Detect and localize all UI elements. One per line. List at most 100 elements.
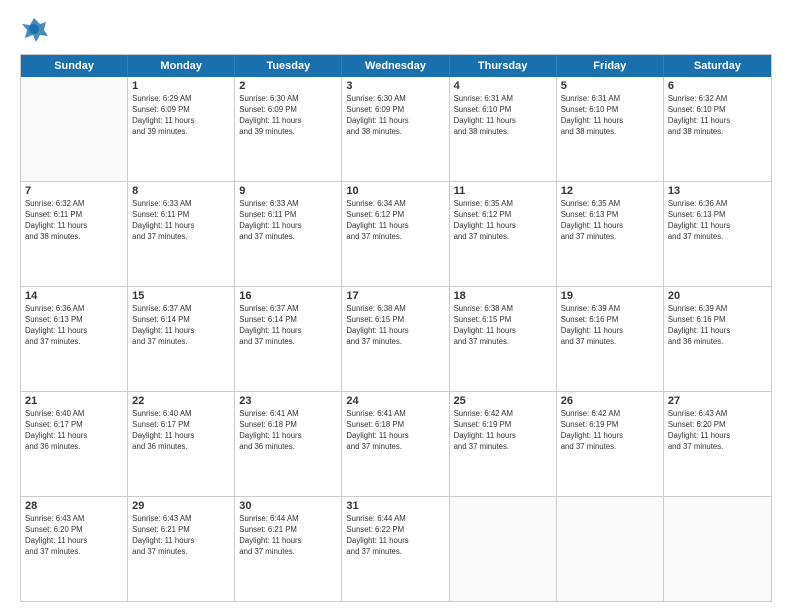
calendar-cell: 20 Sunrise: 6:39 AM Sunset: 6:16 PM Dayli… (664, 287, 771, 391)
calendar-cell (21, 77, 128, 181)
day-number: 15 (132, 290, 230, 302)
cell-info: Sunrise: 6:38 AM Sunset: 6:15 PM Dayligh… (346, 304, 444, 348)
cell-info: Sunrise: 6:31 AM Sunset: 6:10 PM Dayligh… (454, 94, 552, 138)
day-number: 27 (668, 395, 767, 407)
logo-icon (20, 16, 48, 44)
header-day: Thursday (450, 55, 557, 77)
calendar-cell: 16Sunrise: 6:37 AM Sunset: 6:14 PM Dayli… (235, 287, 342, 391)
day-number: 30 (239, 500, 337, 512)
day-number: 19 (561, 290, 659, 302)
cell-info: Sunrise: 6:30 AM Sunset: 6:09 PM Dayligh… (239, 94, 337, 138)
day-number: 17 (346, 290, 444, 302)
calendar-cell (450, 497, 557, 601)
calendar-cell: 25 Sunrise: 6:42 AM Sunset: 6:19 PM Dayli… (450, 392, 557, 496)
day-number: 4 (454, 80, 552, 92)
day-number: 28 (25, 500, 123, 512)
cell-info: Sunrise: 6:33 AM Sunset: 6:11 PM Dayligh… (132, 199, 230, 243)
day-number: 13 (668, 185, 767, 197)
day-number: 23 (239, 395, 337, 407)
calendar-cell: 12 Sunrise: 6:35 AM Sunset: 6:13 PM Dayli… (557, 182, 664, 286)
calendar-cell: 6 Sunrise: 6:32 AM Sunset: 6:10 PM Daylig… (664, 77, 771, 181)
calendar-cell: 15 Sunrise: 6:37 AM Sunset: 6:14 PM Dayli… (128, 287, 235, 391)
calendar-cell: 23Sunrise: 6:41 AM Sunset: 6:18 PM Dayli… (235, 392, 342, 496)
cell-info: Sunrise: 6:43 AM Sunset: 6:21 PM Dayligh… (132, 514, 230, 558)
day-number: 2 (239, 80, 337, 92)
header-day: Friday (557, 55, 664, 77)
calendar-cell (557, 497, 664, 601)
day-number: 1 (132, 80, 230, 92)
calendar-week: 14 Sunrise: 6:36 AM Sunset: 6:13 PM Dayli… (21, 286, 771, 391)
cell-info: Sunrise: 6:35 AM Sunset: 6:13 PM Dayligh… (561, 199, 659, 243)
calendar-cell: 27 Sunrise: 6:43 AM Sunset: 6:20 PM Dayli… (664, 392, 771, 496)
calendar-cell: 28 Sunrise: 6:43 AM Sunset: 6:20 PM Dayli… (21, 497, 128, 601)
day-number: 5 (561, 80, 659, 92)
cell-info: Sunrise: 6:42 AM Sunset: 6:19 PM Dayligh… (561, 409, 659, 453)
cell-info: Sunrise: 6:37 AM Sunset: 6:14 PM Dayligh… (239, 304, 337, 348)
cell-info: Sunrise: 6:32 AM Sunset: 6:10 PM Dayligh… (668, 94, 767, 138)
cell-info: Sunrise: 6:39 AM Sunset: 6:16 PM Dayligh… (561, 304, 659, 348)
cell-info: Sunrise: 6:44 AM Sunset: 6:22 PM Dayligh… (346, 514, 444, 558)
day-number: 3 (346, 80, 444, 92)
cell-info: Sunrise: 6:34 AM Sunset: 6:12 PM Dayligh… (346, 199, 444, 243)
day-number: 8 (132, 185, 230, 197)
calendar-cell: 3 Sunrise: 6:30 AM Sunset: 6:09 PM Daylig… (342, 77, 449, 181)
logo (20, 16, 50, 44)
day-number: 29 (132, 500, 230, 512)
calendar-week: 21Sunrise: 6:40 AM Sunset: 6:17 PM Dayli… (21, 391, 771, 496)
cell-info: Sunrise: 6:36 AM Sunset: 6:13 PM Dayligh… (25, 304, 123, 348)
cell-info: Sunrise: 6:35 AM Sunset: 6:12 PM Dayligh… (454, 199, 552, 243)
calendar-cell: 10 Sunrise: 6:34 AM Sunset: 6:12 PM Dayli… (342, 182, 449, 286)
day-number: 7 (25, 185, 123, 197)
cell-info: Sunrise: 6:43 AM Sunset: 6:20 PM Dayligh… (668, 409, 767, 453)
calendar-cell: 1Sunrise: 6:29 AM Sunset: 6:09 PM Daylig… (128, 77, 235, 181)
calendar-week: 7 Sunrise: 6:32 AM Sunset: 6:11 PM Daylig… (21, 181, 771, 286)
calendar: SundayMondayTuesdayWednesdayThursdayFrid… (20, 54, 772, 602)
cell-info: Sunrise: 6:44 AM Sunset: 6:21 PM Dayligh… (239, 514, 337, 558)
cell-info: Sunrise: 6:41 AM Sunset: 6:18 PM Dayligh… (346, 409, 444, 453)
day-number: 12 (561, 185, 659, 197)
calendar-cell: 17 Sunrise: 6:38 AM Sunset: 6:15 PM Dayli… (342, 287, 449, 391)
cell-info: Sunrise: 6:33 AM Sunset: 6:11 PM Dayligh… (239, 199, 337, 243)
calendar-cell: 7 Sunrise: 6:32 AM Sunset: 6:11 PM Daylig… (21, 182, 128, 286)
cell-info: Sunrise: 6:39 AM Sunset: 6:16 PM Dayligh… (668, 304, 767, 348)
calendar-cell: 14 Sunrise: 6:36 AM Sunset: 6:13 PM Dayli… (21, 287, 128, 391)
cell-info: Sunrise: 6:36 AM Sunset: 6:13 PM Dayligh… (668, 199, 767, 243)
calendar-cell: 4 Sunrise: 6:31 AM Sunset: 6:10 PM Daylig… (450, 77, 557, 181)
day-number: 31 (346, 500, 444, 512)
day-number: 11 (454, 185, 552, 197)
cell-info: Sunrise: 6:32 AM Sunset: 6:11 PM Dayligh… (25, 199, 123, 243)
calendar-cell: 21Sunrise: 6:40 AM Sunset: 6:17 PM Dayli… (21, 392, 128, 496)
header-day: Monday (128, 55, 235, 77)
calendar-cell: 9 Sunrise: 6:33 AM Sunset: 6:11 PM Daylig… (235, 182, 342, 286)
cell-info: Sunrise: 6:43 AM Sunset: 6:20 PM Dayligh… (25, 514, 123, 558)
cell-info: Sunrise: 6:30 AM Sunset: 6:09 PM Dayligh… (346, 94, 444, 138)
day-number: 10 (346, 185, 444, 197)
calendar-cell: 22 Sunrise: 6:40 AM Sunset: 6:17 PM Dayli… (128, 392, 235, 496)
cell-info: Sunrise: 6:38 AM Sunset: 6:15 PM Dayligh… (454, 304, 552, 348)
day-number: 6 (668, 80, 767, 92)
calendar-cell: 29 Sunrise: 6:43 AM Sunset: 6:21 PM Dayli… (128, 497, 235, 601)
day-number: 20 (668, 290, 767, 302)
calendar-cell: 26 Sunrise: 6:42 AM Sunset: 6:19 PM Dayli… (557, 392, 664, 496)
header-day: Wednesday (342, 55, 449, 77)
day-number: 22 (132, 395, 230, 407)
calendar-cell: 19 Sunrise: 6:39 AM Sunset: 6:16 PM Dayli… (557, 287, 664, 391)
calendar-cell (664, 497, 771, 601)
day-number: 9 (239, 185, 337, 197)
calendar-cell: 5Sunrise: 6:31 AM Sunset: 6:10 PM Daylig… (557, 77, 664, 181)
header-day: Saturday (664, 55, 771, 77)
calendar-cell: 2 Sunrise: 6:30 AM Sunset: 6:09 PM Daylig… (235, 77, 342, 181)
calendar-header: SundayMondayTuesdayWednesdayThursdayFrid… (21, 55, 771, 77)
day-number: 14 (25, 290, 123, 302)
header-day: Tuesday (235, 55, 342, 77)
calendar-cell: 24 Sunrise: 6:41 AM Sunset: 6:18 PM Dayli… (342, 392, 449, 496)
cell-info: Sunrise: 6:40 AM Sunset: 6:17 PM Dayligh… (132, 409, 230, 453)
cell-info: Sunrise: 6:37 AM Sunset: 6:14 PM Dayligh… (132, 304, 230, 348)
day-number: 18 (454, 290, 552, 302)
calendar-cell: 31 Sunrise: 6:44 AM Sunset: 6:22 PM Dayli… (342, 497, 449, 601)
day-number: 26 (561, 395, 659, 407)
cell-info: Sunrise: 6:42 AM Sunset: 6:19 PM Dayligh… (454, 409, 552, 453)
day-number: 24 (346, 395, 444, 407)
calendar-body: 1Sunrise: 6:29 AM Sunset: 6:09 PM Daylig… (21, 77, 771, 601)
day-number: 25 (454, 395, 552, 407)
